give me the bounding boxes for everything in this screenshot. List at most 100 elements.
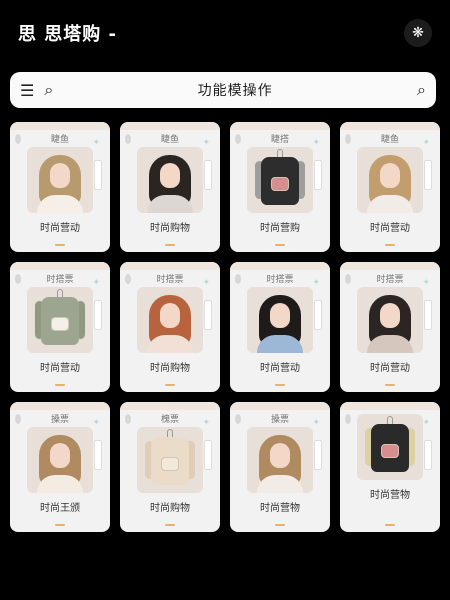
card-tag: 时搭票 bbox=[266, 275, 294, 285]
card-label: 时尚营物 bbox=[370, 490, 410, 501]
card-left-decoration bbox=[15, 274, 21, 284]
sparkle-icon: ✦ bbox=[312, 278, 320, 288]
bag-shape bbox=[161, 457, 179, 471]
card-indicator bbox=[165, 244, 175, 246]
card-left-decoration bbox=[15, 414, 21, 424]
card-left-decoration bbox=[15, 134, 21, 144]
card-right-decoration bbox=[314, 300, 322, 330]
app-header: 思 思塔购 - ❋ bbox=[18, 14, 432, 52]
search-bar[interactable]: ☰ ⌕ 功能模操作 ⌕ bbox=[10, 72, 436, 108]
card-photo bbox=[357, 414, 423, 480]
card-left-decoration bbox=[345, 134, 351, 144]
card-label: 时尚购物 bbox=[150, 363, 190, 374]
product-card[interactable]: ✦ 时尚营物 bbox=[340, 402, 440, 532]
face-shape bbox=[270, 443, 290, 468]
sparkle-icon: ✦ bbox=[92, 138, 100, 148]
sparkle-icon: ✦ bbox=[202, 138, 210, 148]
card-photo bbox=[357, 287, 423, 353]
card-right-decoration bbox=[424, 440, 432, 470]
card-tag: 睫鱼 bbox=[50, 135, 69, 145]
card-label: 时尚营物 bbox=[260, 503, 300, 514]
card-label: 时尚购物 bbox=[150, 503, 190, 514]
hanger-icon bbox=[167, 429, 173, 437]
card-label: 时尚营动 bbox=[260, 363, 300, 374]
hanger-icon bbox=[57, 289, 63, 297]
card-right-decoration bbox=[204, 160, 212, 190]
sparkle-icon: ✦ bbox=[422, 418, 430, 428]
card-label: 时尚营购 bbox=[260, 223, 300, 234]
card-left-decoration bbox=[125, 274, 131, 284]
product-grid: ✦ 睫鱼 时尚营动 ✦ 睫鱼 时尚购物 ✦ 睫搭 时尚营购 ✦ 睫鱼 时尚营动 … bbox=[10, 122, 440, 532]
card-tag: 时搭票 bbox=[156, 275, 184, 285]
card-left-decoration bbox=[125, 414, 131, 424]
product-card[interactable]: ✦ 睫鱼 时尚营动 bbox=[10, 122, 110, 252]
product-card[interactable]: ✦ 搡票 时尚营物 bbox=[230, 402, 330, 532]
card-indicator bbox=[275, 524, 285, 526]
card-right-decoration bbox=[94, 300, 102, 330]
card-right-decoration bbox=[314, 440, 322, 470]
card-photo bbox=[247, 147, 313, 213]
card-indicator bbox=[55, 524, 65, 526]
card-tag: 睫搭 bbox=[270, 135, 289, 145]
card-right-decoration bbox=[424, 300, 432, 330]
card-indicator bbox=[275, 384, 285, 386]
card-left-decoration bbox=[235, 414, 241, 424]
card-left-decoration bbox=[235, 274, 241, 284]
card-tag: 时搭票 bbox=[376, 275, 404, 285]
sparkle-icon: ✦ bbox=[92, 418, 100, 428]
product-card[interactable]: ✦ 时搭票 时尚购物 bbox=[120, 262, 220, 392]
card-label: 时尚购物 bbox=[150, 223, 190, 234]
card-indicator bbox=[55, 244, 65, 246]
card-right-decoration bbox=[204, 300, 212, 330]
card-label: 时尚营动 bbox=[370, 363, 410, 374]
card-photo bbox=[137, 427, 203, 493]
card-label: 时尚营动 bbox=[40, 223, 80, 234]
search-icon-right[interactable]: ⌕ bbox=[417, 80, 426, 100]
card-tag: 搡票 bbox=[270, 415, 289, 425]
card-photo bbox=[137, 147, 203, 213]
card-left-decoration bbox=[345, 274, 351, 284]
sparkle-icon: ✦ bbox=[312, 138, 320, 148]
product-card[interactable]: ✦ 时搭票 时尚营动 bbox=[10, 262, 110, 392]
product-card[interactable]: ✦ 睫鱼 时尚营动 bbox=[340, 122, 440, 252]
bag-shape bbox=[381, 444, 399, 458]
card-photo bbox=[137, 287, 203, 353]
search-bar-left-icons: ☰ ⌕ bbox=[20, 80, 53, 100]
card-tag: 搡票 bbox=[50, 415, 69, 425]
menu-icon[interactable]: ☰ bbox=[20, 81, 34, 100]
hanger-icon bbox=[277, 149, 283, 157]
product-card[interactable]: ✦ 搡票 时尚王颁 bbox=[10, 402, 110, 532]
card-label: 时尚营动 bbox=[370, 223, 410, 234]
face-shape bbox=[380, 303, 400, 328]
card-tag: 时搭票 bbox=[46, 275, 74, 285]
sparkle-icon: ✦ bbox=[202, 418, 210, 428]
card-indicator bbox=[275, 244, 285, 246]
product-card[interactable]: ✦ 时搭票 时尚营动 bbox=[230, 262, 330, 392]
sparkle-icon: ✦ bbox=[422, 278, 430, 288]
card-indicator bbox=[385, 524, 395, 526]
bag-shape bbox=[51, 317, 69, 331]
app-title: 思 思塔购 - bbox=[18, 24, 118, 45]
face-shape bbox=[270, 303, 290, 328]
bag-shape bbox=[271, 177, 289, 191]
card-photo bbox=[27, 427, 93, 493]
app-screen: 思 思塔购 - ❋ ☰ ⌕ 功能模操作 ⌕ ✦ 睫鱼 时尚营动 ✦ 睫鱼 时尚购… bbox=[0, 0, 450, 600]
card-left-decoration bbox=[345, 414, 351, 424]
face-shape bbox=[50, 163, 70, 188]
product-card[interactable]: ✦ 睫搭 时尚营购 bbox=[230, 122, 330, 252]
search-icon[interactable]: ⌕ bbox=[44, 80, 53, 100]
product-card[interactable]: ✦ 睫鱼 时尚购物 bbox=[120, 122, 220, 252]
card-label: 时尚王颁 bbox=[40, 503, 80, 514]
card-photo bbox=[27, 287, 93, 353]
butterfly-icon[interactable]: ❋ bbox=[404, 19, 432, 47]
product-card[interactable]: ✦ 时搭票 时尚营动 bbox=[340, 262, 440, 392]
card-indicator bbox=[385, 384, 395, 386]
card-indicator bbox=[55, 384, 65, 386]
face-shape bbox=[50, 443, 70, 468]
product-card[interactable]: ✦ 槐票 时尚购物 bbox=[120, 402, 220, 532]
card-left-decoration bbox=[125, 134, 131, 144]
card-right-decoration bbox=[314, 160, 322, 190]
card-indicator bbox=[165, 524, 175, 526]
card-photo bbox=[247, 427, 313, 493]
card-tag: 睫鱼 bbox=[380, 135, 399, 145]
